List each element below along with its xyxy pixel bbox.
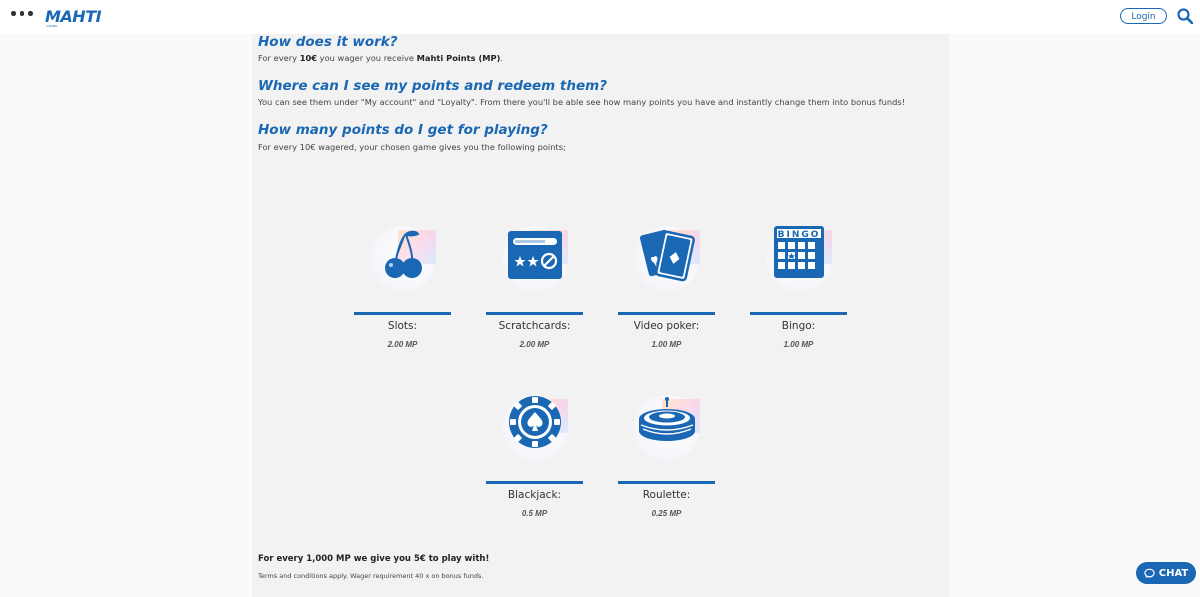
bingo-card-icon: BINGO <box>774 226 824 278</box>
mahti-logo[interactable]: MAHTI CASINO <box>44 6 114 28</box>
poker-chip-icon <box>509 396 561 448</box>
chat-bubble-icon <box>1144 568 1155 578</box>
game-name: Roulette: <box>642 489 691 501</box>
game-points: 2.00 MP <box>387 340 418 349</box>
game-points: 2.00 MP <box>519 340 550 349</box>
game-scratchcards: Scratchcards: 2.00 MP <box>486 226 583 349</box>
game-points: 1.00 MP <box>783 340 814 349</box>
promo-text: For every 1,000 MP we give you 5€ to pla… <box>258 554 490 564</box>
faq-answer-how-it-works: For every 10€ you wager you receive Maht… <box>258 53 504 63</box>
game-bingo: BINGO Bingo: 1.00 MP <box>750 226 847 349</box>
game-points: 0.5 MP <box>521 509 548 518</box>
game-name: Blackjack: <box>507 489 562 501</box>
logo-subtext: CASINO <box>46 24 58 28</box>
playing-cards-icon <box>639 229 695 282</box>
game-name: Scratchcards: <box>498 320 571 332</box>
roulette-wheel-icon <box>639 397 695 441</box>
terms-text: Terms and conditions apply. Wager requir… <box>258 572 484 580</box>
game-points: 0.25 MP <box>651 509 682 518</box>
game-points: 1.00 MP <box>651 340 682 349</box>
game-blackjack: Blackjack: 0.5 MP <box>486 395 583 518</box>
chat-label: CHAT <box>1158 567 1189 579</box>
game-roulette: Roulette: 0.25 MP <box>618 395 715 518</box>
chat-button[interactable]: CHAT <box>1136 562 1196 584</box>
faq-question-how-it-works: How does it work? <box>258 34 398 50</box>
faq-answer-where-points: You can see them under "My account" and … <box>258 97 906 107</box>
faq-question-how-many: How many points do I get for playing? <box>258 122 548 138</box>
game-name: Slots: <box>387 320 418 332</box>
login-button[interactable]: Login <box>1120 8 1167 24</box>
game-name: Video poker: <box>633 320 700 332</box>
faq-answer-how-many: For every 10€ wagered, your chosen game … <box>258 142 566 152</box>
cherries-icon <box>385 230 422 278</box>
game-video-poker: Video poker: 1.00 MP <box>618 226 715 349</box>
scratchcard-icon <box>508 231 562 279</box>
top-header: MAHTI CASINO Login <box>0 0 1200 34</box>
faq-question-where-points: Where can I see my points and redeem the… <box>258 78 608 94</box>
loyalty-content-panel: How does it work? For every 10€ you wage… <box>252 34 949 597</box>
game-name: Bingo: <box>781 320 816 332</box>
svg-text:BINGO: BINGO <box>778 230 821 240</box>
game-slots: Slots: 2.00 MP <box>354 226 451 349</box>
search-icon[interactable] <box>1177 8 1193 24</box>
more-dots-icon[interactable] <box>11 11 33 16</box>
